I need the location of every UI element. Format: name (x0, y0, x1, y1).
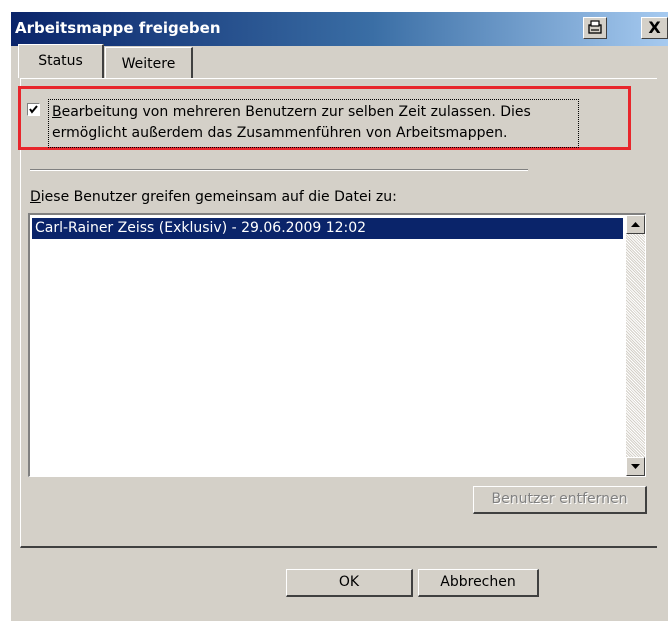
vertical-scrollbar[interactable] (626, 215, 645, 476)
label-mnemonic: B (52, 104, 62, 120)
scroll-down-button[interactable] (626, 457, 645, 476)
tab-weitere[interactable]: Weitere (105, 47, 193, 78)
scroll-down-icon (631, 464, 640, 469)
users-label-mnemonic: D (30, 189, 41, 205)
ok-button[interactable]: OK (286, 569, 413, 597)
help-icon (588, 20, 602, 34)
scroll-up-icon (631, 222, 640, 227)
tab-status[interactable]: Status (18, 44, 104, 78)
cancel-button[interactable]: Abbrechen (418, 569, 539, 597)
title-bar[interactable]: Arbeitsmappe freigeben X (11, 12, 668, 46)
list-item[interactable]: Carl-Rainer Zeiss (Exklusiv) - 29.06.200… (32, 218, 623, 239)
users-listbox[interactable]: Carl-Rainer Zeiss (Exklusiv) - 29.06.200… (28, 213, 646, 477)
allow-multi-user-checkbox[interactable] (27, 103, 40, 116)
close-button[interactable]: X (641, 17, 668, 39)
help-button[interactable] (583, 17, 607, 39)
checkmark-icon (29, 105, 38, 114)
users-label-text: iese Benutzer greifen gemeinsam auf die … (40, 189, 397, 205)
tab-weitere-label: Weitere (121, 56, 176, 72)
close-icon: X (648, 18, 661, 37)
scroll-up-button[interactable] (626, 215, 645, 234)
window-title: Arbeitsmappe freigeben (15, 19, 221, 37)
separator (30, 169, 528, 171)
remove-user-button[interactable]: Benutzer entfernen (473, 486, 647, 514)
users-list-label: Diese Benutzer greifen gemeinsam auf die… (30, 189, 397, 205)
label-text: earbeitung von mehreren Benutzern zur se… (52, 104, 531, 141)
allow-multi-user-label[interactable]: Bearbeitung von mehreren Benutzern zur s… (48, 99, 579, 148)
tab-status-label: Status (38, 53, 83, 69)
